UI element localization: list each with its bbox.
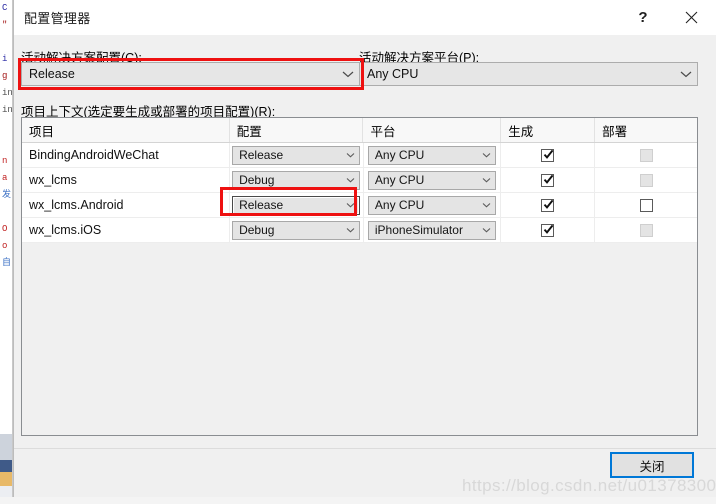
platform-cell: Any CPU [364,143,502,167]
chevron-down-icon [337,70,359,78]
configuration-cell: Debug [230,218,364,242]
deploy-checkbox [639,173,653,187]
platform-dropdown[interactable]: Any CPU [367,145,496,165]
grid-column-header: 部署 [602,124,628,139]
platform-value: iPhoneSimulator [374,223,463,237]
active-config-value: Release [29,67,75,81]
deploy-checkbox [639,148,653,162]
chevron-down-icon [478,177,495,183]
project-name-cell: wx_lcms.Android [22,193,230,217]
project-name-cell: wx_lcms [22,168,230,192]
active-platform-value: Any CPU [367,67,419,81]
configuration-cell: Release [230,143,364,167]
configuration-dropdown[interactable]: Debug [232,170,361,190]
grid-empty-area [22,243,697,435]
configuration-cell: Release [230,193,364,217]
platform-cell: Any CPU [364,193,502,217]
close-icon[interactable] [669,0,713,34]
grid-column-header: 生成 [501,118,596,142]
deploy-checkbox [639,223,653,237]
grid-column-header: 项目 [22,118,230,142]
configuration-dropdown[interactable]: Debug [232,220,361,240]
platform-dropdown[interactable]: Any CPU [367,195,496,215]
deploy-checkbox[interactable] [639,198,653,212]
footer-divider [14,448,716,449]
build-checkbox[interactable] [541,198,555,212]
close-button[interactable]: 关闭 [610,452,694,478]
bottom-edge [0,497,716,504]
help-icon[interactable]: ? [621,0,665,34]
chevron-down-icon [342,227,359,233]
active-platform-dropdown[interactable]: Any CPU [359,62,698,86]
build-cell [501,143,596,167]
chevron-down-icon [342,152,359,158]
configuration-manager-dialog: 配置管理器 ? 活动解决方案配置(C): Release 活动解决方案平台(P)… [13,0,716,504]
chevron-down-icon [342,177,359,183]
grid-body: BindingAndroidWeChat Release Any CPU wx_lcm… [22,143,697,243]
configuration-value: Debug [239,173,275,187]
configuration-value: Release [239,148,284,162]
deploy-cell [595,193,697,217]
chevron-down-icon [478,152,495,158]
table-row[interactable]: BindingAndroidWeChat Release Any CPU [22,143,697,168]
platform-cell: iPhoneSimulator [364,218,502,242]
build-cell [501,218,596,242]
title-underline [14,34,716,35]
close-glyph [685,11,697,23]
project-name-cell: BindingAndroidWeChat [22,143,230,167]
dialog-title: 配置管理器 [24,11,91,26]
configuration-dropdown[interactable]: Release [232,195,361,215]
chevron-down-icon [675,70,697,78]
table-row[interactable]: wx_lcms.iOS Debug iPhoneSimulator [22,218,697,243]
chevron-down-icon [342,202,359,208]
grid-column-header: 平台 [363,118,502,142]
platform-value: Any CPU [374,198,425,212]
chevron-down-icon [478,202,495,208]
build-cell [501,193,596,217]
build-cell [501,168,596,192]
deploy-cell [595,168,697,192]
grid-header-row: 项目 配置 平台 生成 部署 [22,118,697,143]
help-glyph: ? [638,8,648,26]
platform-value: Any CPU [374,173,425,187]
platform-dropdown[interactable]: iPhoneSimulator [367,220,496,240]
project-name-cell: wx_lcms.iOS [22,218,230,242]
build-checkbox[interactable] [541,148,555,162]
configuration-value: Release [239,198,284,212]
table-row[interactable]: wx_lcms.Android Release Any CPU [22,193,697,218]
configuration-value: Debug [239,223,275,237]
chevron-down-icon [478,227,495,233]
build-checkbox[interactable] [541,223,555,237]
deploy-cell [595,218,697,242]
deploy-cell [595,143,697,167]
table-row[interactable]: wx_lcms Debug Any CPU [22,168,697,193]
active-config-dropdown[interactable]: Release [21,62,360,86]
configuration-cell: Debug [230,168,364,192]
platform-cell: Any CPU [364,168,502,192]
platform-value: Any CPU [374,148,425,162]
platform-dropdown[interactable]: Any CPU [367,170,496,190]
configuration-dropdown[interactable]: Release [232,145,361,165]
project-context-grid: 项目 配置 平台 生成 部署 BindingAndroidWeChat Release An… [21,117,698,436]
grid-column-header: 配置 [230,118,364,142]
dialog-title-bar: 配置管理器 ? [14,0,716,34]
build-checkbox[interactable] [541,173,555,187]
